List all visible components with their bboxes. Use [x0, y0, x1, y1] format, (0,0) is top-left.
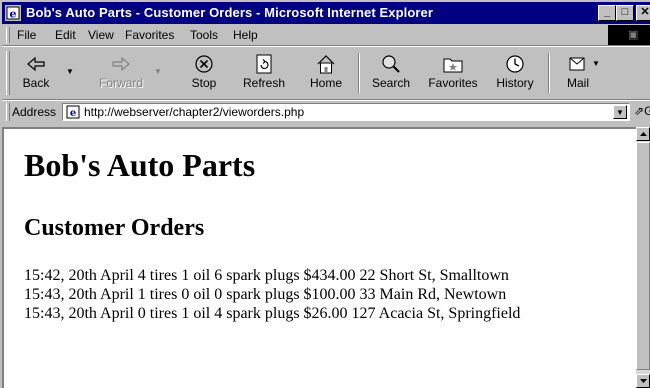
history-label: History: [496, 76, 534, 90]
page-icon: e: [66, 105, 80, 119]
back-label: Back: [22, 76, 50, 90]
back-arrow-icon: [27, 56, 45, 72]
browser-window: e Bob's Auto Parts - Customer Orders - M…: [0, 0, 650, 388]
forward-button[interactable]: Forward: [94, 49, 148, 97]
menu-edit[interactable]: Edit: [55, 28, 76, 42]
svg-text:e: e: [70, 108, 76, 119]
favorites-icon: [443, 58, 463, 73]
home-button[interactable]: Home: [302, 49, 350, 97]
address-url: http://webserver/chapter2/vieworders.php: [84, 105, 305, 119]
order-line: 15:42, 20th April 4 tires 1 oil 6 spark …: [24, 267, 509, 284]
menu-favorites[interactable]: Favorites: [125, 28, 174, 42]
address-label: Address: [12, 105, 57, 119]
toolbar-separator: [358, 53, 360, 93]
back-dropdown[interactable]: ▼: [62, 49, 74, 97]
menu-file[interactable]: File: [17, 28, 36, 42]
windows-logo-icon: ▣: [628, 29, 639, 41]
history-icon: [506, 55, 524, 73]
forward-dropdown[interactable]: ▼: [150, 49, 162, 97]
close-button[interactable]: ✕: [636, 5, 650, 21]
search-label: Search: [371, 76, 411, 90]
minimize-button[interactable]: _: [598, 5, 616, 21]
menu-help[interactable]: Help: [233, 28, 258, 42]
stop-button[interactable]: Stop: [182, 49, 226, 97]
mail-icon: [569, 57, 585, 71]
arrow-up-icon: [640, 132, 647, 136]
menu-tools[interactable]: Tools: [190, 28, 218, 42]
mail-button[interactable]: Mail ▼: [556, 49, 600, 97]
favorites-label: Favorites: [428, 76, 478, 90]
back-button[interactable]: Back: [12, 49, 60, 97]
menubar-grip[interactable]: [6, 27, 10, 43]
addressbar-grip[interactable]: [6, 103, 10, 121]
forward-arrow-icon: [112, 56, 130, 72]
chevron-down-icon: ▼: [154, 67, 162, 76]
standard-toolbar: Back ▼ Forward ▼ Stop Refresh Home Searc…: [2, 47, 650, 99]
favorites-button[interactable]: Favorites: [422, 49, 484, 97]
go-arrow-icon: ⇗: [634, 104, 645, 118]
svg-text:e: e: [10, 8, 17, 21]
windows-logo-throbber: ▣: [608, 25, 650, 45]
mail-label: Mail: [566, 76, 589, 90]
order-line: 15:43, 20th April 0 tires 1 oil 4 spark …: [24, 305, 521, 322]
arrow-down-icon: [640, 379, 647, 383]
refresh-icon: [256, 54, 272, 74]
search-icon: [382, 55, 400, 73]
address-bar: Address e http://webserver/chapter2/view…: [2, 101, 650, 123]
go-label: Go: [644, 104, 650, 118]
address-input[interactable]: e http://webserver/chapter2/vieworders.p…: [62, 103, 630, 121]
window-title: Bob's Auto Parts - Customer Orders - Mic…: [26, 5, 434, 20]
address-dropdown-button[interactable]: ▼: [613, 105, 627, 119]
scroll-up-button[interactable]: [636, 127, 650, 141]
chevron-down-icon: ▼: [592, 59, 600, 68]
internet-explorer-icon: e: [5, 5, 21, 21]
order-line: 15:43, 20th April 1 tires 0 oil 0 spark …: [24, 286, 507, 303]
stop-label: Stop: [191, 76, 217, 90]
home-icon: [317, 55, 335, 74]
toolbar-grip[interactable]: [6, 51, 10, 95]
scroll-down-button[interactable]: [636, 374, 650, 388]
refresh-label: Refresh: [242, 76, 286, 90]
vertical-scrollbar[interactable]: [636, 127, 650, 388]
forward-label: Forward: [98, 76, 143, 90]
page-heading: Bob's Auto Parts: [24, 147, 256, 183]
history-button[interactable]: History: [490, 49, 540, 97]
page-viewport: Bob's Auto Parts Customer Orders 15:42, …: [2, 127, 636, 388]
toolbar-separator: [548, 53, 550, 93]
scrollbar-thumb[interactable]: [636, 142, 650, 370]
orders-list: 15:42, 20th April 4 tires 1 oil 6 spark …: [24, 266, 520, 323]
maximize-button[interactable]: □: [616, 5, 634, 21]
menu-view[interactable]: View: [88, 28, 114, 42]
search-button[interactable]: Search: [366, 49, 416, 97]
page-subheading: Customer Orders: [24, 215, 205, 241]
title-bar: e Bob's Auto Parts - Customer Orders - M…: [2, 2, 650, 24]
stop-icon: [195, 55, 213, 73]
chevron-down-icon: ▼: [66, 67, 74, 76]
refresh-button[interactable]: Refresh: [236, 49, 292, 97]
home-label: Home: [309, 76, 342, 90]
menu-bar: File Edit View Favorites Tools Help: [2, 25, 650, 45]
go-button[interactable]: ⇗Go: [634, 104, 650, 118]
